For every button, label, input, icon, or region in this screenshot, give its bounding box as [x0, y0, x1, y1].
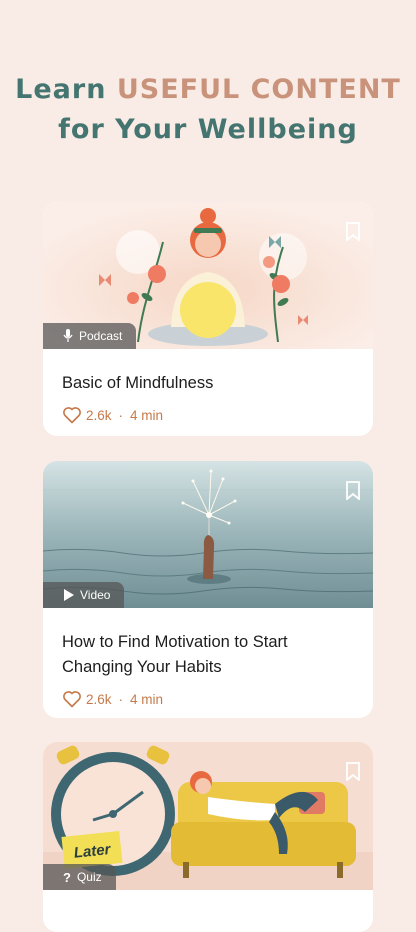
- heart-icon[interactable]: [62, 690, 82, 708]
- bookmark-icon[interactable]: [345, 762, 361, 781]
- card-meta: 2.6k · 4 min: [62, 690, 354, 708]
- bookmark-icon[interactable]: [345, 481, 361, 500]
- question-icon: ?: [63, 869, 71, 885]
- card-meta: 2.6k · 4 min: [62, 406, 354, 424]
- badge-label: Video: [80, 588, 111, 602]
- likes-count: 2.6k: [86, 407, 112, 423]
- play-icon: [64, 589, 74, 601]
- content-card-podcast[interactable]: Podcast Basic of Mindfulness 2.6k · 4 mi…: [43, 202, 373, 436]
- heart-icon[interactable]: [62, 406, 82, 424]
- content-card-quiz[interactable]: Later ? Quiz: [43, 742, 373, 932]
- duration: 4 min: [130, 407, 164, 423]
- headline-plain: Learn: [15, 74, 107, 105]
- microphone-icon: [63, 329, 73, 342]
- badge-podcast: Podcast: [43, 323, 137, 349]
- badge-video: Video: [43, 582, 125, 608]
- content-card-video[interactable]: Video How to Find Motivation to Start Ch…: [43, 461, 373, 718]
- bookmark-icon[interactable]: [345, 222, 361, 241]
- badge-label: Quiz: [76, 870, 102, 884]
- meta-separator: ·: [118, 407, 124, 423]
- badge-quiz: ? Quiz: [43, 864, 116, 890]
- headline-line2: for Your Wellbeing: [58, 114, 358, 145]
- headline: Learn USEFUL CONTENT for Your Wellbeing: [0, 70, 416, 150]
- card-image-procrastination: Later ? Quiz: [43, 742, 373, 890]
- card-title: Basic of Mindfulness: [62, 374, 214, 392]
- likes-count: 2.6k: [86, 691, 112, 707]
- meta-separator: ·: [118, 691, 124, 707]
- duration: 4 min: [130, 691, 164, 707]
- badge-label: Podcast: [79, 329, 123, 343]
- card-image-sparkler: Video: [43, 461, 373, 608]
- card-image-meditation: Podcast: [43, 202, 373, 349]
- headline-accent: USEFUL CONTENT: [116, 74, 401, 105]
- card-title: How to Find Motivation to Start Changing…: [62, 633, 288, 676]
